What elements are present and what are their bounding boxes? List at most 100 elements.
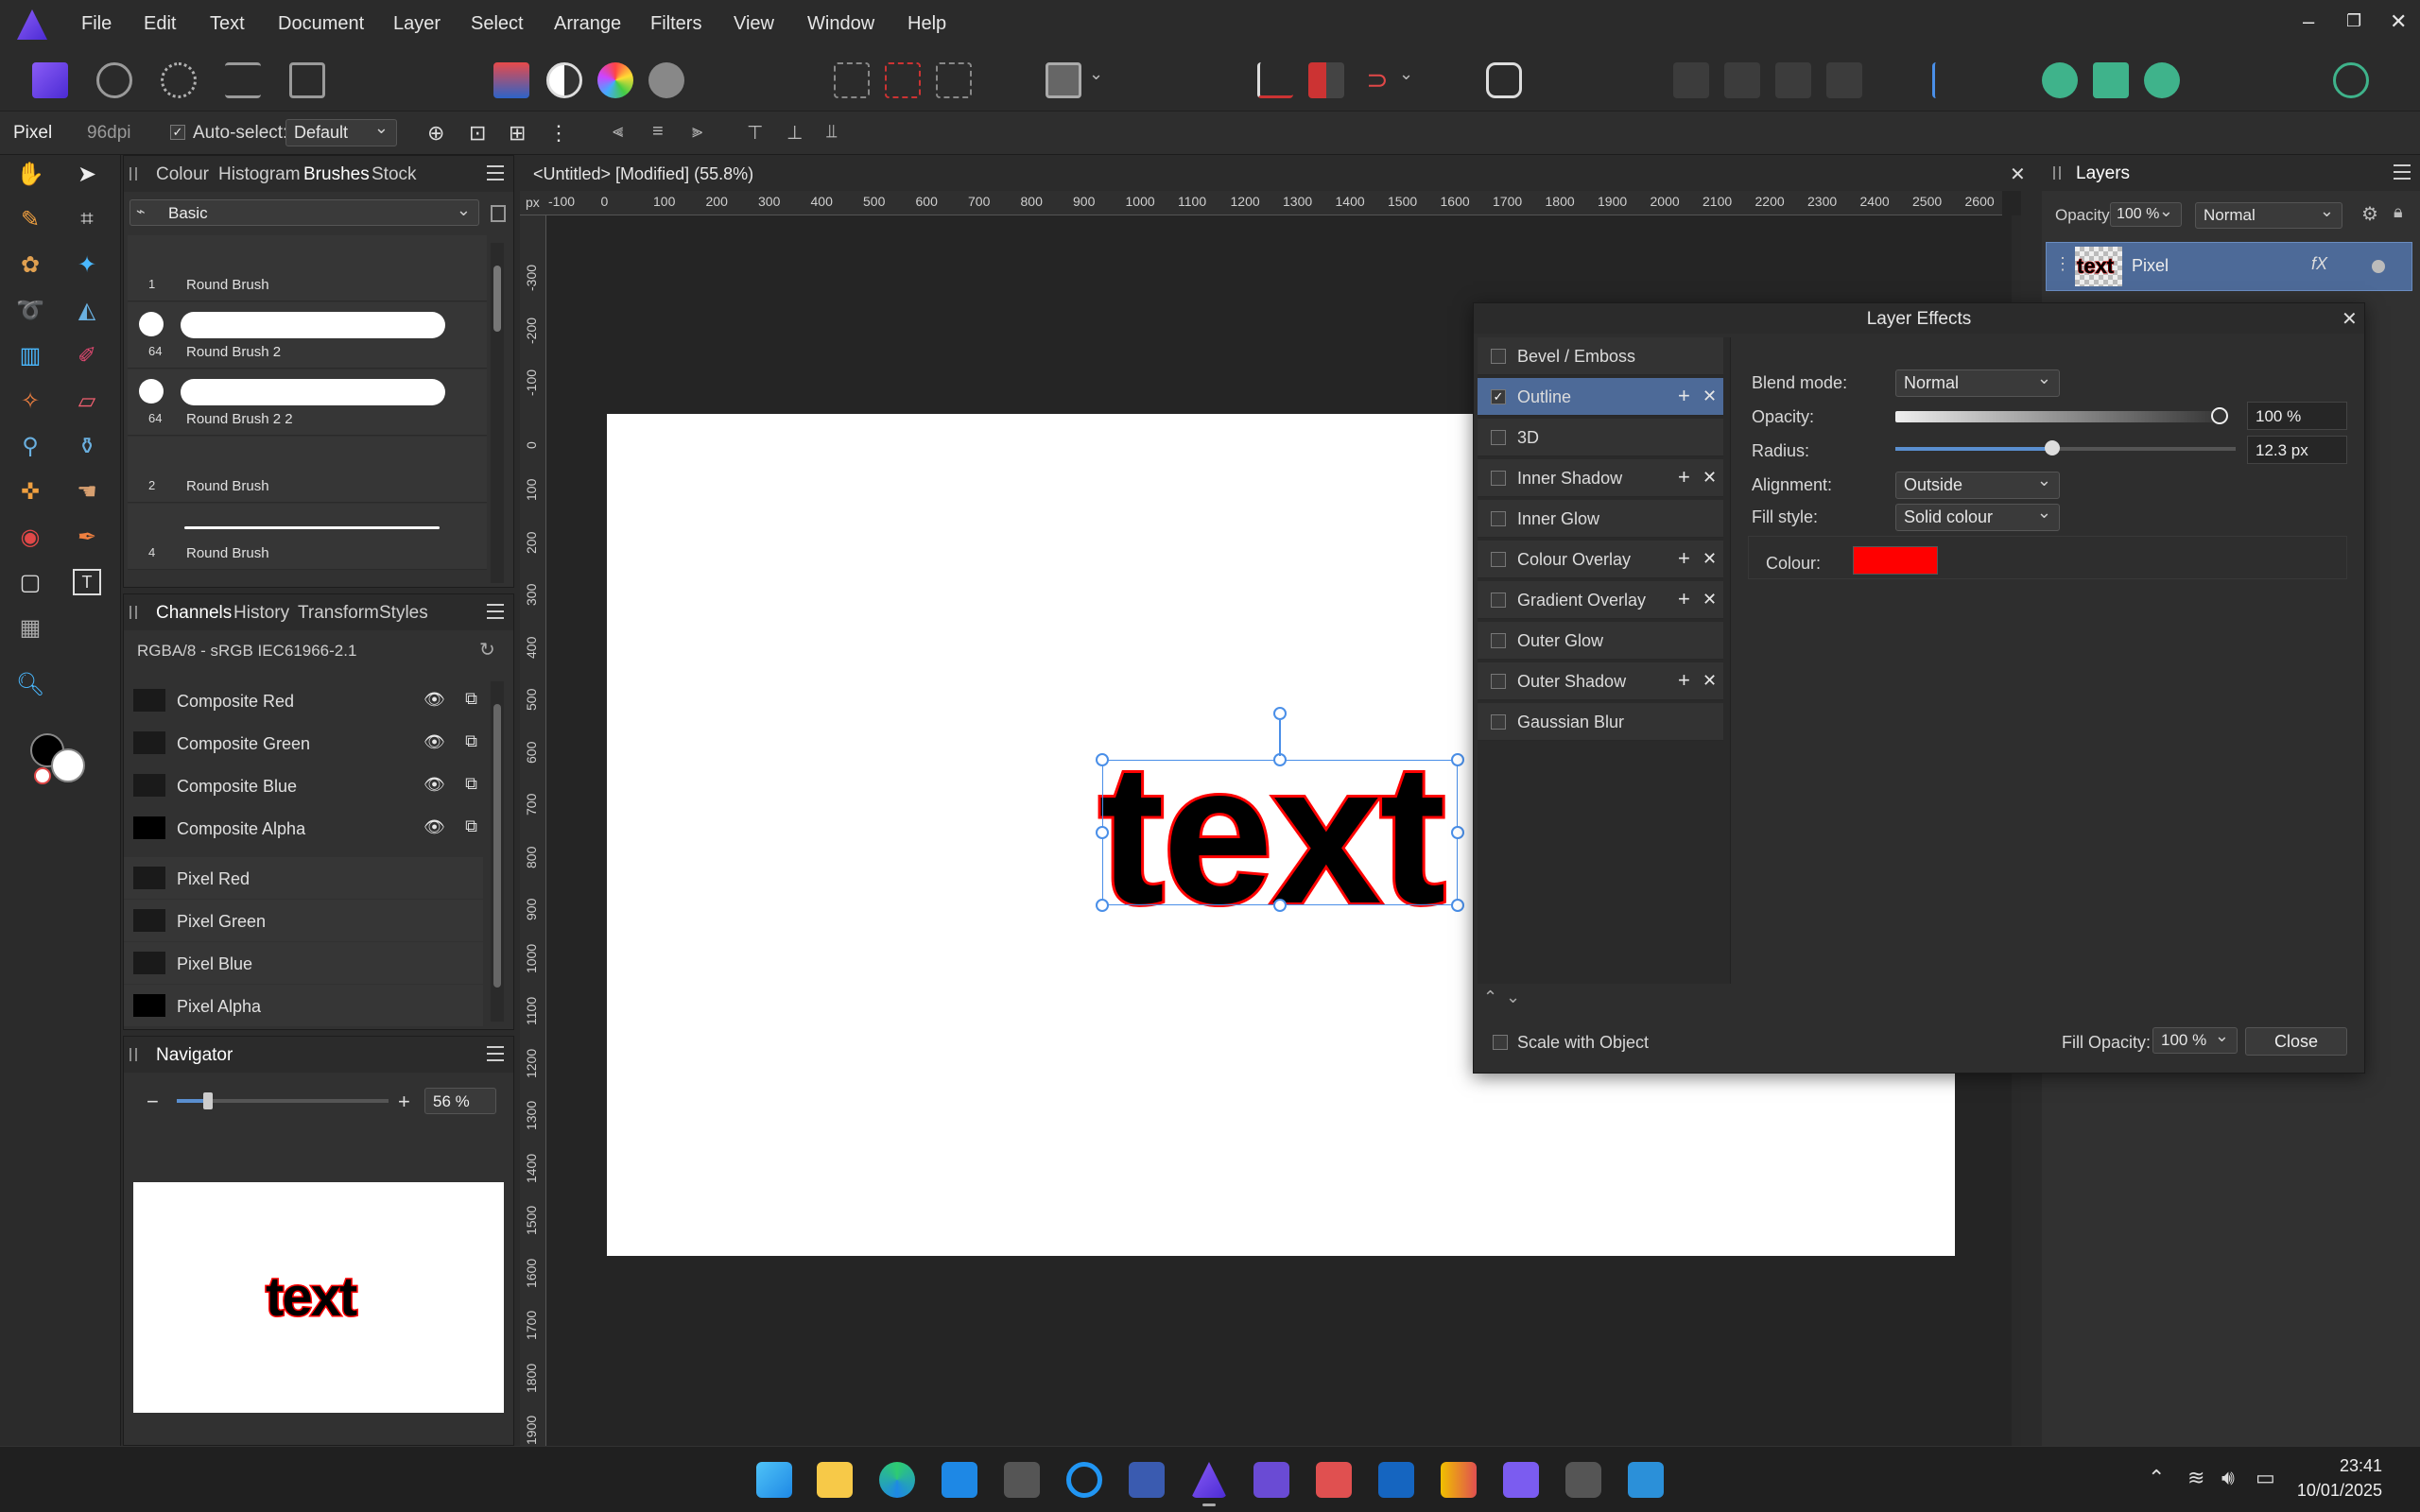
volume-icon[interactable]: 🔊︎	[2221, 1466, 2235, 1490]
remove-effect-icon[interactable]: ✕	[1703, 549, 1717, 569]
fill-opacity-dropdown[interactable]: 100 %	[2152, 1026, 2238, 1054]
eye-icon[interactable]: 👁︎	[424, 817, 455, 837]
effect-item[interactable]: Inner Shadow + ✕	[1478, 459, 1723, 497]
effect-checkbox[interactable]: ✓	[1491, 389, 1506, 404]
fx-radius-slider-thumb[interactable]	[2044, 440, 2060, 455]
wifi-icon[interactable]: ≋	[2187, 1466, 2204, 1490]
snapping-icon[interactable]	[1257, 62, 1293, 98]
resize-handle[interactable]	[1451, 899, 1464, 912]
blur-tool-icon[interactable]: ⚲	[9, 427, 51, 465]
menu-edit[interactable]: Edit	[144, 13, 176, 35]
resize-handle[interactable]	[1451, 753, 1464, 766]
align-left-icon[interactable]: ⫷	[613, 121, 623, 143]
scrollbar-thumb[interactable]	[493, 266, 501, 332]
resize-handle[interactable]	[1096, 753, 1109, 766]
gradient-tool-icon[interactable]: ▥	[9, 336, 51, 374]
pinned-app-icon[interactable]	[1628, 1462, 1664, 1498]
restore-icon[interactable]: ❐	[2346, 11, 2361, 31]
close-button[interactable]: Close	[2245, 1027, 2347, 1056]
smudge-tool-icon[interactable]: ☚	[66, 472, 108, 510]
remove-effect-icon[interactable]: ✕	[1703, 468, 1717, 488]
effect-checkbox[interactable]	[1491, 552, 1506, 567]
panel-grip-icon[interactable]	[130, 167, 137, 180]
zoom-tool-icon[interactable]: 🔍︎	[9, 665, 51, 703]
channel-row[interactable]: Composite Red 👁︎ ⧉	[124, 679, 483, 721]
scrollbar-thumb[interactable]	[493, 704, 501, 988]
menu-window[interactable]: Window	[807, 13, 874, 35]
zoom-in-icon[interactable]: +	[398, 1090, 410, 1114]
effect-item[interactable]: Outer Glow	[1478, 622, 1723, 660]
fx-radius-slider[interactable]	[1895, 440, 2236, 455]
microsoft-store-icon[interactable]	[942, 1462, 977, 1498]
fx-opacity-field[interactable]: 100 %	[2247, 402, 2347, 430]
channel-tools-icon[interactable]: ⧉	[465, 774, 477, 794]
channels-scrollbar[interactable]	[491, 681, 504, 1022]
distribute-icon[interactable]: ⋮	[548, 121, 569, 146]
panel-grip-icon[interactable]	[2053, 166, 2061, 180]
minimize-icon[interactable]: –	[2303, 9, 2314, 34]
outlook-icon[interactable]	[1378, 1462, 1414, 1498]
effect-checkbox[interactable]	[1491, 349, 1506, 364]
remove-effect-icon[interactable]: ✕	[1703, 387, 1717, 406]
file-explorer-icon[interactable]	[817, 1462, 853, 1498]
channel-tools-icon[interactable]: ⧉	[465, 689, 477, 709]
effect-checkbox[interactable]	[1491, 674, 1506, 689]
snipping-tool-icon[interactable]	[1316, 1462, 1352, 1498]
navigator-preview[interactable]: text	[133, 1182, 504, 1413]
flood-fill-icon[interactable]: ◭	[66, 291, 108, 329]
resize-handle[interactable]	[1451, 826, 1464, 839]
channel-tools-icon[interactable]: ⧉	[465, 731, 477, 751]
eye-icon[interactable]: 👁︎	[424, 690, 455, 710]
autoselect-dropdown[interactable]: Default	[285, 118, 397, 146]
deselect-icon[interactable]	[885, 62, 921, 98]
panel-menu-icon[interactable]	[2394, 164, 2411, 180]
invert-selection-icon[interactable]	[936, 62, 972, 98]
close-document-icon[interactable]: ✕	[2010, 163, 2026, 186]
erase-brush-icon[interactable]: ▱	[66, 382, 108, 420]
resize-handle[interactable]	[1273, 899, 1287, 912]
brush-item[interactable]: 64 Round Brush 2 2	[128, 369, 487, 436]
fx-opacity-slider[interactable]	[1895, 407, 2228, 424]
clock-date[interactable]: 10/01/2025	[2269, 1481, 2382, 1501]
tab-channels[interactable]: Channels	[156, 603, 232, 624]
panel-menu-icon[interactable]	[487, 1046, 504, 1061]
menu-text[interactable]: Text	[210, 13, 245, 35]
tone-mapping-persona-icon[interactable]	[225, 62, 261, 98]
gear-icon[interactable]: ⚙	[2361, 202, 2378, 226]
resize-handle[interactable]	[1096, 826, 1109, 839]
effect-item[interactable]: Inner Glow	[1478, 500, 1723, 538]
tab-brushes[interactable]: Brushes	[303, 164, 370, 185]
effect-item[interactable]: Gaussian Blur	[1478, 703, 1723, 741]
effect-checkbox[interactable]	[1491, 714, 1506, 730]
chevron-down-icon[interactable]: ⌄	[1089, 64, 1103, 84]
align-center-icon[interactable]: ≡	[652, 121, 664, 143]
windows-start-icon[interactable]	[756, 1462, 792, 1498]
media-player-icon[interactable]	[1066, 1462, 1102, 1498]
eye-icon[interactable]: 👁︎	[424, 775, 455, 795]
horizontal-ruler[interactable]: px -100 0 100 200 300 400 500 600 700 800 900 1000 1…	[520, 191, 2002, 215]
tab-history[interactable]: History	[233, 603, 289, 624]
fx-blend-mode-dropdown[interactable]: Normal	[1895, 369, 2060, 397]
subtract-geometry-icon[interactable]	[2093, 62, 2129, 98]
edge-browser-icon[interactable]	[879, 1462, 915, 1498]
magnet-icon[interactable]: ⊃	[1359, 62, 1395, 98]
freehand-selection-icon[interactable]: ➰	[9, 291, 51, 329]
brush-item[interactable]: 64 Round Brush 2	[128, 302, 487, 369]
menu-arrange[interactable]: Arrange	[554, 13, 621, 35]
lock-icon[interactable]: 🔒︎	[2394, 202, 2403, 222]
menu-file[interactable]: File	[81, 13, 112, 35]
menu-filters[interactable]: Filters	[650, 13, 701, 35]
show-bounding-box-icon[interactable]: ⊡	[469, 121, 486, 146]
channel-row[interactable]: Pixel Green	[124, 900, 483, 941]
chevron-up-icon[interactable]: ⌃	[2148, 1466, 2165, 1490]
add-effect-icon[interactable]: +	[1678, 668, 1690, 693]
fx-colour-swatch[interactable]	[1853, 546, 1938, 575]
layer-opacity-dropdown[interactable]: 100 %	[2110, 201, 2182, 227]
red-eye-tool-icon[interactable]: ◉	[9, 518, 51, 556]
effect-item[interactable]: Outer Shadow + ✕	[1478, 662, 1723, 700]
move-tool-icon[interactable]: ➤	[66, 155, 108, 193]
tab-histogram[interactable]: Histogram	[218, 164, 301, 185]
brush-category-dropdown[interactable]: ⌁ Basic ⌄	[130, 199, 479, 226]
tab-transform[interactable]: Transform	[298, 603, 379, 624]
close-dialog-icon[interactable]: ✕	[2342, 307, 2358, 331]
